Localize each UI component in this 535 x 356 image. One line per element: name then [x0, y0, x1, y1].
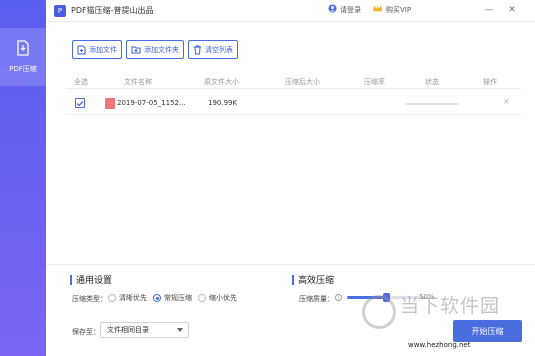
save-to-label: 保存至： — [72, 328, 100, 336]
add-folder-button[interactable]: 添加文件夹 — [126, 40, 184, 59]
clear-list-button[interactable]: 清空列表 — [188, 40, 238, 59]
radio-label: 缩小优先 — [209, 294, 237, 302]
chevron-down-icon — [177, 328, 183, 332]
general-settings-label: 通用设置 — [76, 276, 113, 286]
header-status: 状态 — [425, 78, 439, 86]
window-title: PDF猫压缩-普提山出品 — [71, 6, 154, 15]
section-marker — [292, 274, 294, 285]
radio-label: 清晰优先 — [119, 294, 147, 302]
pdf-file-icon — [105, 98, 115, 109]
minimize-icon: — — [484, 5, 494, 15]
compress-type-label: 压缩类型： — [72, 295, 107, 303]
app-logo-icon: P — [54, 4, 66, 17]
row-checkbox[interactable] — [75, 98, 85, 108]
radio-circle — [198, 294, 206, 302]
advanced-settings-title: 高效压缩 — [292, 273, 334, 286]
app-window: PDF压缩 P PDF猫压缩-普提山出品 请登录 购买VIP — ✕ 添加文件 … — [0, 0, 535, 356]
original-size: 190.99K — [208, 99, 238, 107]
add-folder-icon — [131, 46, 141, 54]
radio-clarity-first[interactable]: 清晰优先 — [108, 293, 147, 303]
info-icon[interactable]: i — [335, 294, 342, 301]
file-table-header: 全选 文件名称 原文件大小 压缩后大小 压缩率 状态 操作 — [66, 73, 521, 89]
watermark-text: 当下软件园 — [400, 295, 501, 317]
radio-normal-compress[interactable]: 常规压缩 — [153, 293, 192, 303]
pdf-compress-icon — [16, 40, 30, 58]
add-file-button[interactable]: 添加文件 — [72, 40, 122, 59]
add-file-icon — [77, 45, 86, 54]
radio-circle — [153, 294, 161, 302]
login-label: 请登录 — [340, 5, 361, 14]
status-progress-bar — [405, 103, 459, 105]
watermark-logo-icon — [362, 295, 396, 329]
close-button[interactable]: ✕ — [505, 3, 519, 17]
toolbar: 添加文件 添加文件夹 清空列表 — [72, 40, 238, 59]
header-original-size: 原文件大小 — [204, 78, 239, 86]
add-folder-label: 添加文件夹 — [144, 45, 179, 54]
header-file-name: 文件名称 — [124, 78, 152, 86]
file-name: 2019-07-05_1152... — [117, 99, 186, 107]
vip-label: 购买VIP — [386, 5, 412, 14]
clear-list-label: 清空列表 — [205, 45, 233, 54]
minimize-button[interactable]: — — [482, 3, 496, 17]
add-file-label: 添加文件 — [89, 45, 117, 54]
user-icon — [328, 4, 337, 15]
header-ratio: 压缩率 — [364, 78, 385, 86]
title-bar: P PDF猫压缩-普提山出品 — [46, 0, 535, 22]
table-row[interactable]: 2019-07-05_1152... 190.99K × — [66, 93, 521, 115]
sidebar-item-label: PDF压缩 — [9, 65, 37, 73]
quality-label: 压缩质量： — [299, 295, 334, 303]
sidebar-item-pdf-compress[interactable]: PDF压缩 — [0, 28, 46, 86]
sidebar: PDF压缩 — [0, 0, 46, 356]
advanced-settings-label: 高效压缩 — [298, 276, 335, 286]
radio-size-first[interactable]: 缩小优先 — [198, 293, 237, 303]
checkmark-icon — [76, 100, 84, 106]
buy-vip-link[interactable]: 购买VIP — [372, 4, 411, 15]
save-to-dropdown[interactable]: 文件相同目录 — [100, 322, 189, 338]
watermark-url: www.hezhong.net — [408, 341, 471, 349]
delete-row-icon[interactable]: × — [503, 97, 510, 106]
general-settings-title: 通用设置 — [70, 273, 112, 286]
trash-icon — [194, 45, 201, 54]
crown-icon — [372, 4, 383, 15]
header-actions: 操作 — [483, 78, 497, 86]
radio-circle — [108, 294, 116, 302]
close-icon: ✕ — [508, 5, 516, 15]
header-compressed-size: 压缩后大小 — [285, 78, 320, 86]
radio-label: 常规压缩 — [164, 294, 192, 302]
login-link[interactable]: 请登录 — [328, 4, 361, 15]
watermark: 当下软件园 www.hezhong.net — [362, 291, 532, 351]
save-to-value: 文件相同目录 — [107, 326, 149, 334]
header-select-all[interactable]: 全选 — [74, 77, 88, 87]
section-marker — [70, 274, 72, 285]
